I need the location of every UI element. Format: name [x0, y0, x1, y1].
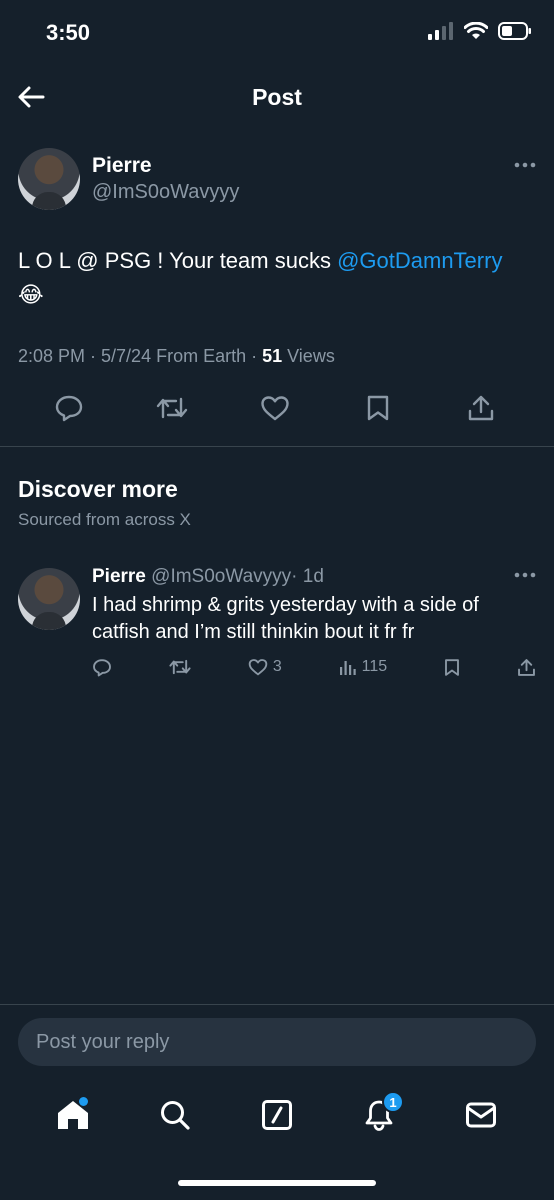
post-action-bar	[50, 388, 500, 428]
post-emoji: 😂	[18, 282, 44, 307]
nav-header: Post	[0, 66, 554, 128]
tab-messages[interactable]	[456, 1093, 506, 1137]
like-icon	[248, 659, 268, 676]
signal-icon	[428, 22, 453, 40]
reply-icon	[55, 395, 83, 422]
tab-notifications[interactable]: 1	[354, 1091, 404, 1137]
compose-icon	[262, 1100, 292, 1130]
author-handle[interactable]: @ImS0oWavyyy	[151, 566, 291, 587]
retweet-icon	[156, 397, 188, 419]
post-text-main: L O L @ PSG ! Your team sucks	[18, 248, 338, 273]
tab-search[interactable]	[150, 1093, 200, 1137]
post-age: · 1d	[291, 566, 324, 587]
views-count: 51	[262, 346, 283, 366]
messages-icon	[466, 1102, 496, 1128]
mention-link[interactable]: @GotDamnTerry	[337, 248, 502, 273]
status-time: 3:50	[46, 20, 91, 45]
avatar[interactable]	[18, 148, 80, 210]
discover-post-header: Pierre @ImS0oWavyyy· 1d	[92, 566, 324, 588]
share-icon	[468, 395, 494, 421]
search-icon	[161, 1101, 190, 1130]
retweet-button[interactable]	[153, 389, 191, 427]
bookmark-icon	[445, 658, 459, 676]
more-icon	[514, 572, 536, 578]
status-bar: 3:50	[0, 0, 554, 66]
views-count: 115	[361, 658, 388, 675]
tab-bar: 1	[0, 1090, 554, 1140]
tab-home[interactable]	[48, 1093, 98, 1137]
home-new-dot	[79, 1097, 88, 1106]
battery-icon	[498, 22, 531, 40]
home-indicator[interactable]	[178, 1180, 376, 1186]
bookmark-button[interactable]	[444, 658, 460, 677]
reply-input[interactable]	[18, 1018, 536, 1066]
page-title: Post	[252, 84, 302, 110]
divider	[0, 1004, 554, 1005]
more-icon	[514, 162, 536, 168]
like-button[interactable]: 3	[248, 658, 282, 676]
post-meta: 2:08 PM · 5/7/24 From Earth · 51 Views	[18, 346, 335, 367]
post-more-button[interactable]	[514, 162, 536, 168]
author-name[interactable]: Pierre	[92, 154, 152, 178]
post-author: Pierre @ImS0oWavyyy	[18, 148, 538, 214]
discover-post-more-button[interactable]	[514, 572, 536, 578]
post-text: L O L @ PSG ! Your team sucks @GotDamnTe…	[18, 244, 538, 312]
discover-title: Discover more	[18, 476, 178, 502]
wifi-icon	[464, 22, 488, 39]
tab-compose[interactable]	[252, 1093, 302, 1137]
like-button[interactable]	[256, 389, 294, 427]
divider	[0, 446, 554, 447]
views-button[interactable]: 115	[339, 658, 388, 676]
discover-post-actions: 3 115	[92, 654, 536, 680]
share-button[interactable]	[517, 658, 536, 677]
retweet-button[interactable]	[169, 658, 191, 676]
like-count: 3	[272, 658, 282, 675]
like-icon	[261, 396, 289, 421]
author-handle[interactable]: @ImS0oWavyyy	[92, 181, 239, 204]
discover-post[interactable]: Pierre @ImS0oWavyyy· 1d I had shrimp & g…	[18, 562, 538, 692]
bookmark-button[interactable]	[359, 389, 397, 427]
discover-post-text: I had shrimp & grits yesterday with a si…	[92, 594, 479, 643]
views-label: Views	[282, 346, 335, 366]
avatar[interactable]	[18, 568, 80, 630]
views-icon	[339, 661, 356, 675]
notifications-badge: 1	[382, 1091, 404, 1113]
status-icons	[428, 22, 532, 40]
post-timestamp: 2:08 PM · 5/7/24 From Earth ·	[18, 346, 263, 366]
author-name[interactable]: Pierre	[92, 566, 146, 587]
discover-subtitle: Sourced from across X	[18, 510, 191, 529]
bookmark-icon	[367, 395, 389, 421]
share-button[interactable]	[462, 389, 500, 427]
reply-button[interactable]	[50, 389, 88, 427]
retweet-icon	[169, 659, 191, 675]
share-icon	[518, 658, 535, 676]
reply-button[interactable]	[92, 658, 112, 677]
reply-icon	[93, 658, 111, 676]
